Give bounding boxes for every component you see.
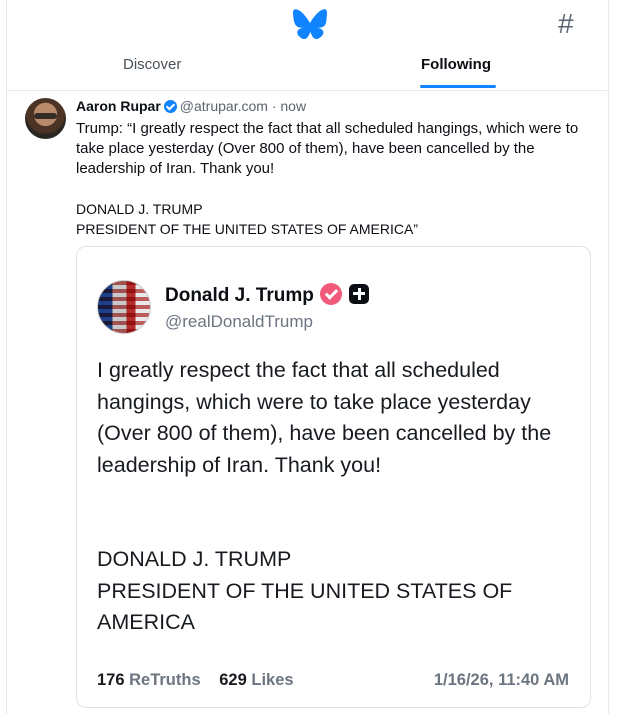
truth-body-text: I greatly respect the fact that all sche…: [97, 358, 552, 477]
post[interactable]: Aaron Rupar @atrupar.com · now Trump: “I …: [6, 91, 607, 714]
verified-badge-icon: [319, 283, 342, 305]
plus-badge-icon: [348, 284, 369, 304]
post-signature-line-2: PRESIDENT OF THE UNITED STATES OF AMERIC…: [76, 221, 419, 237]
truth-signature-line-1: DONALD J. TRUMP: [97, 547, 292, 571]
retruths-stat: 176 ReTruths: [97, 669, 201, 691]
verified-badge-icon: [163, 100, 177, 113]
truth-avatar: [97, 280, 151, 334]
bluesky-butterfly-icon[interactable]: [293, 9, 327, 39]
truth-author-row: Donald J. Trump: [165, 283, 369, 309]
likes-label: Likes: [251, 671, 294, 689]
feed-header: # Discover Following: [6, 0, 607, 91]
truth-author-handle: @realDonaldTrump: [165, 312, 313, 331]
truth-signature-line-2: PRESIDENT OF THE UNITED STATES OF AMERIC…: [97, 578, 513, 635]
post-header: Aaron Rupar @atrupar.com · now: [76, 97, 306, 115]
author-handle[interactable]: @atrupar.com: [180, 98, 268, 114]
truth-author-name: Donald J. Trump: [165, 285, 314, 306]
post-time[interactable]: now: [280, 98, 306, 114]
likes-count: 629: [219, 671, 247, 689]
truth-stats: 176 ReTruths 629 Likes 1/16/26, 11:40 AM: [97, 669, 569, 691]
feed-tabs: Discover Following: [6, 52, 607, 90]
truth-date: 1/16/26, 11:40 AM: [433, 671, 569, 689]
embedded-truth-card[interactable]: Donald J. Trump @realDonaldTrump I great…: [76, 246, 591, 708]
truth-signature: DONALD J. TRUMP PRESIDENT OF THE UNITED …: [97, 544, 569, 639]
likes-stat: 629 Likes: [219, 669, 293, 691]
active-tab-indicator: [420, 85, 496, 88]
post-signature-line-1: DONALD J. TRUMP: [76, 201, 203, 217]
author-name[interactable]: Aaron Rupar: [76, 98, 161, 114]
truth-body: I greatly respect the fact that all sche…: [97, 355, 569, 481]
post-signature: DONALD J. TRUMP PRESIDENT OF THE UNITED …: [76, 199, 418, 239]
tab-discover[interactable]: Discover: [123, 52, 181, 90]
post-text: Trump: “I greatly respect the fact that …: [76, 119, 591, 179]
retruths-label: ReTruths: [129, 671, 201, 689]
retruths-count: 176: [97, 671, 125, 689]
post-text-main: Trump: “I greatly respect the fact that …: [76, 120, 579, 177]
avatar[interactable]: [25, 98, 66, 139]
separator: ·: [271, 98, 277, 114]
hash-icon[interactable]: #: [558, 7, 574, 41]
